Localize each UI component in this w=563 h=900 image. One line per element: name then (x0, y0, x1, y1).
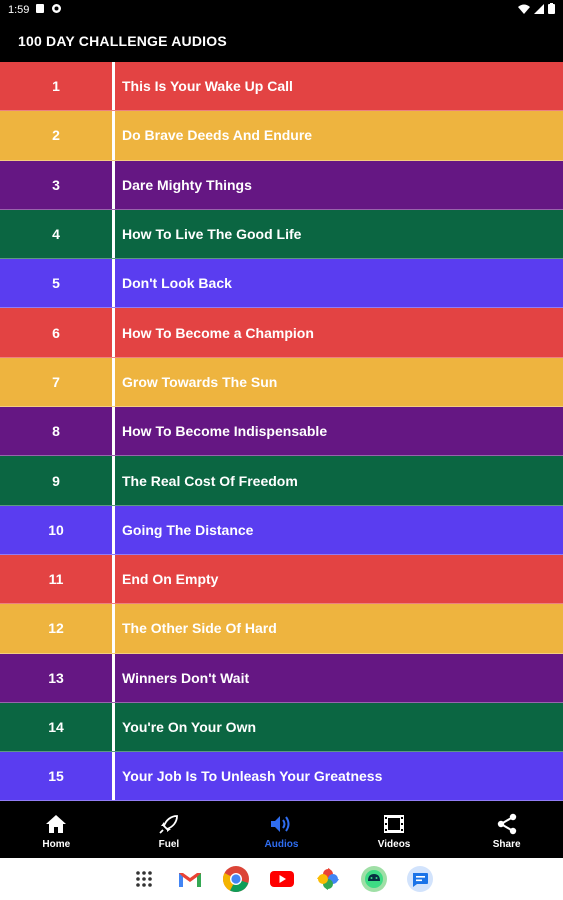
nav-item-label: Audios (264, 838, 299, 850)
audio-number: 10 (0, 505, 115, 554)
audio-number: 6 (0, 308, 115, 357)
audio-title: End On Empty (122, 571, 219, 588)
app-bar: 100 DAY CHALLENGE AUDIOS (0, 20, 563, 62)
battery-icon (548, 3, 555, 17)
audio-title: The Other Side Of Hard (122, 620, 277, 637)
gmail-icon[interactable] (175, 864, 205, 894)
audio-list-item[interactable]: 8 How To Become Indispensable (0, 407, 563, 457)
nav-item-videos[interactable]: Videos (354, 811, 434, 850)
audio-number: 12 (0, 604, 115, 653)
audio-title: Do Brave Deeds And Endure (122, 127, 313, 144)
audio-title: The Real Cost Of Freedom (122, 472, 298, 489)
audio-list-item[interactable]: 11 End On Empty (0, 554, 563, 605)
page-title: 100 DAY CHALLENGE AUDIOS (18, 33, 227, 49)
film-icon (383, 811, 405, 837)
audio-title: Your Job Is To Unleash Your Greatness (122, 768, 383, 785)
audio-list: 1 This Is Your Wake Up Call 2 Do Brave Deed… (0, 62, 563, 802)
audio-number: 7 (0, 357, 115, 407)
audio-title: Going The Distance (122, 521, 254, 538)
audio-list-item[interactable]: 13 Winners Don't Wait (0, 653, 563, 703)
audio-number: 2 (0, 111, 115, 160)
audio-number: 13 (0, 653, 115, 702)
notification-icon (35, 3, 45, 17)
nav-item-label: Home (42, 838, 71, 850)
audio-number: 5 (0, 259, 115, 308)
apps-grid-icon[interactable] (129, 864, 159, 894)
audio-number: 14 (0, 702, 115, 752)
audio-number: 9 (0, 456, 115, 505)
status-time: 1:59 (8, 4, 30, 16)
audio-list-item[interactable]: 1 This Is Your Wake Up Call (0, 62, 563, 112)
nav-item-share[interactable]: Share (467, 811, 547, 850)
audio-title: How To Become Indispensable (122, 423, 328, 440)
audio-number: 11 (0, 554, 115, 604)
app-dock (0, 858, 563, 900)
audio-list-item[interactable]: 15 Your Job Is To Unleash Your Greatness (0, 752, 563, 802)
nav-item-audios[interactable]: Audios (241, 811, 321, 850)
speaker-icon (269, 811, 293, 837)
audio-list-item[interactable]: 7 Grow Towards The Sun (0, 357, 563, 408)
signal-icon (534, 3, 544, 17)
nav-item-fuel[interactable]: Fuel (129, 811, 209, 850)
audio-number: 4 (0, 209, 115, 259)
messages-icon[interactable] (405, 864, 435, 894)
photos-icon[interactable] (313, 864, 343, 894)
android-icon[interactable] (359, 864, 389, 894)
bottom-nav: Home Fuel Audios Videos Share (0, 802, 563, 858)
sync-icon (51, 3, 62, 17)
audio-list-item[interactable]: 6 How To Become a Champion (0, 308, 563, 358)
audio-number: 1 (0, 62, 115, 111)
nav-item-label: Videos (377, 838, 411, 850)
audio-title: How To Live The Good Life (122, 226, 302, 243)
audio-list-item[interactable]: 3 Dare Mighty Things (0, 160, 563, 210)
audio-title: Don't Look Back (122, 275, 232, 292)
audio-list-item[interactable]: 10 Going The Distance (0, 505, 563, 555)
youtube-icon[interactable] (267, 864, 297, 894)
audio-number: 8 (0, 407, 115, 456)
nav-item-home[interactable]: Home (16, 811, 96, 850)
audio-list-item[interactable]: 12 The Other Side Of Hard (0, 604, 563, 654)
audio-title: Winners Don't Wait (122, 669, 250, 686)
audio-title: Grow Towards The Sun (122, 373, 278, 390)
audio-title: Dare Mighty Things (122, 176, 252, 193)
wifi-icon (518, 4, 530, 17)
status-bar: 1:59 (0, 0, 563, 20)
nav-item-label: Share (492, 838, 521, 850)
audio-title: You're On Your Own (122, 719, 257, 735)
rocket-icon (158, 811, 180, 837)
chrome-icon[interactable] (221, 864, 251, 894)
audio-list-item[interactable]: 14 You're On Your Own (0, 702, 563, 753)
audio-title: This Is Your Wake Up Call (122, 78, 293, 95)
audio-title: How To Become a Champion (122, 324, 314, 341)
audio-number: 15 (0, 752, 115, 801)
home-icon (45, 811, 67, 837)
audio-list-item[interactable]: 2 Do Brave Deeds And Endure (0, 111, 563, 161)
audio-list-item[interactable]: 5 Don't Look Back (0, 259, 563, 309)
audio-number: 3 (0, 160, 115, 209)
share-icon (496, 811, 518, 837)
audio-list-item[interactable]: 9 The Real Cost Of Freedom (0, 456, 563, 506)
audio-list-item[interactable]: 4 How To Live The Good Life (0, 209, 563, 260)
nav-item-label: Fuel (158, 838, 180, 850)
